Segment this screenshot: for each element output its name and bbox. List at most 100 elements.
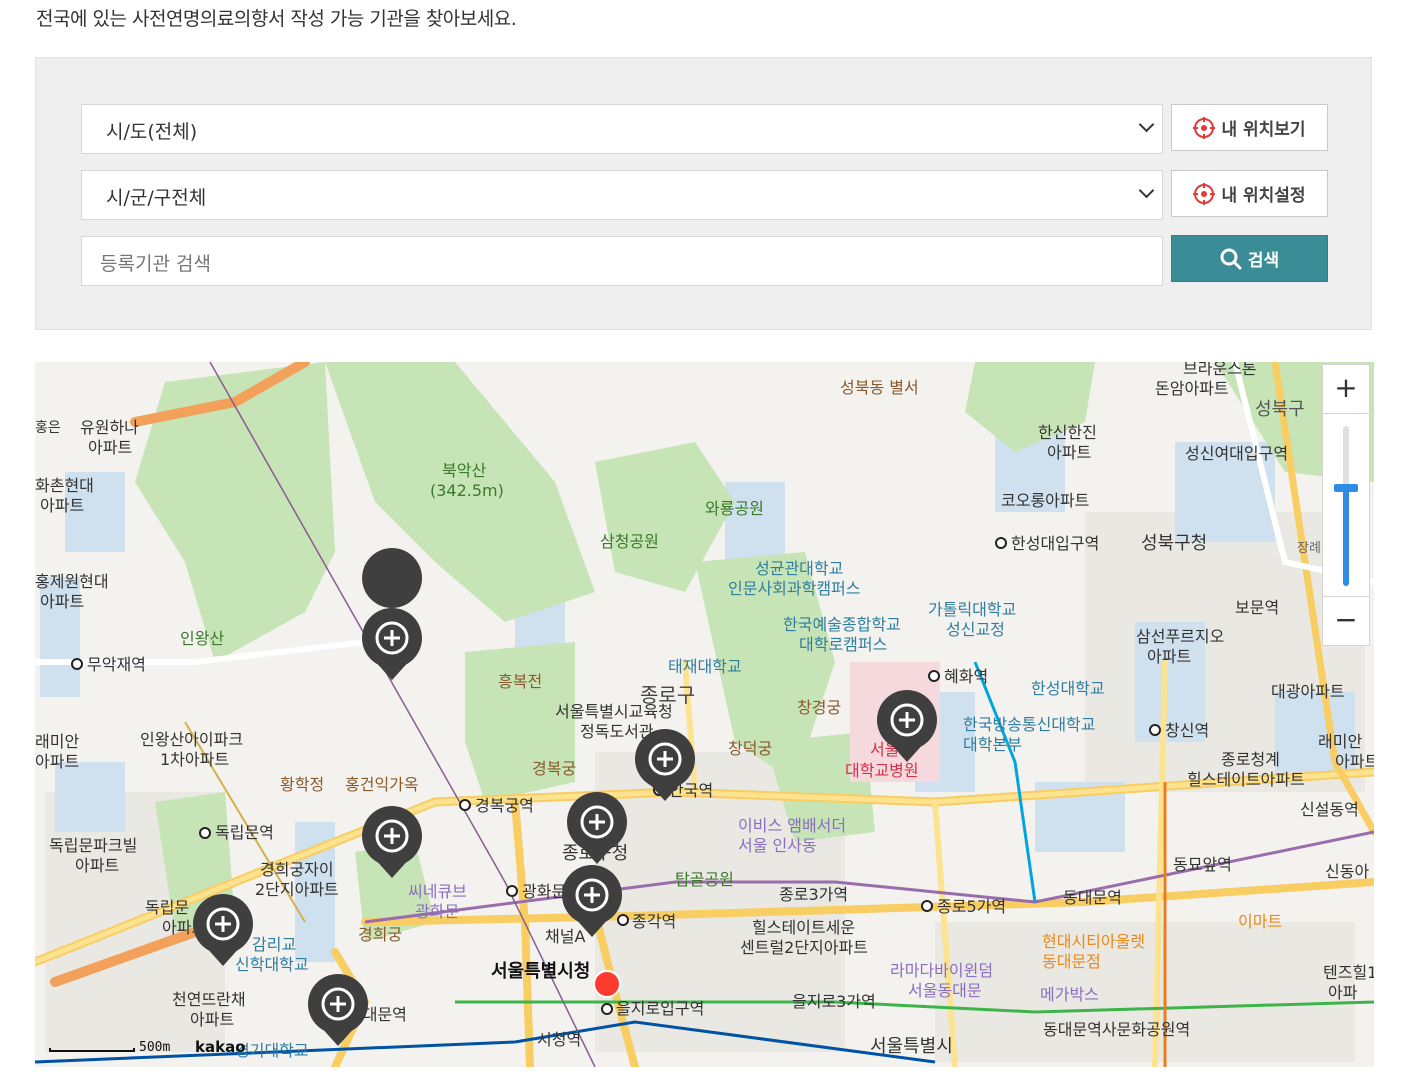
- map-label: 경복궁: [532, 759, 576, 778]
- search-icon: [1220, 248, 1242, 269]
- map-label: 아파트: [35, 752, 79, 771]
- map-label: (342.5m): [430, 481, 504, 500]
- facility-search-input[interactable]: 등록기관 검색: [81, 236, 1163, 286]
- set-location-button[interactable]: 내 위치설정: [1171, 170, 1328, 217]
- map-label: 대광아파트: [1271, 682, 1345, 701]
- map-label: 황학정: [280, 775, 324, 794]
- district-select-value: 시/군/구전체: [106, 187, 207, 209]
- map-label: 흥복전: [498, 672, 542, 691]
- map-label: 1차아파트: [160, 750, 229, 769]
- district-select[interactable]: 시/군/구전체: [81, 170, 1163, 220]
- map-label: 동대문역사문화공원역: [1043, 1020, 1190, 1039]
- map-label: 탑골공원: [675, 870, 734, 889]
- map-label: 성북구: [1255, 399, 1305, 420]
- zoom-level-fill: [1343, 486, 1349, 586]
- map-label: 씨네큐브: [408, 882, 467, 901]
- map-canvas[interactable]: 북악산 (342.5m) 와룡공원 삼청공원 인왕산 성균관대학교 인문사회과학…: [35, 362, 1374, 1067]
- map-label: 성북구청: [1141, 533, 1207, 554]
- map-label: 대학로캠퍼스: [799, 635, 887, 654]
- map-label: 대학교병원: [845, 761, 919, 780]
- map-label: 삼청공원: [600, 532, 659, 551]
- map-label: 현대시티아울렛: [1042, 932, 1145, 951]
- map-label: 텐즈힐1: [1323, 963, 1374, 982]
- set-location-button-label: 내 위치설정: [1221, 186, 1306, 206]
- map-label: 경희궁: [358, 925, 402, 944]
- my-location-button[interactable]: 내 위치보기: [1171, 104, 1328, 151]
- zoom-control: + −: [1322, 364, 1370, 646]
- map-label: 독립문파크빌: [49, 836, 137, 855]
- map-label: 아파트: [40, 592, 84, 611]
- map-label: 한국예술종합학교: [783, 615, 901, 634]
- map-label: 인문사회과학캠퍼스: [728, 579, 860, 598]
- map-label: 한성대입구역: [1011, 534, 1099, 553]
- map-label: 인왕산: [180, 629, 224, 648]
- map-label: 북악산: [442, 461, 486, 480]
- crosshair-icon: [1193, 116, 1216, 139]
- province-select[interactable]: 시/도(전체): [81, 104, 1163, 154]
- map-label: 2단지아파트: [255, 880, 339, 899]
- map-label: 화촌현대: [35, 476, 94, 495]
- map-label: 을지로3가역: [792, 992, 876, 1011]
- map-label: 독립문: [145, 898, 189, 917]
- map-view[interactable]: 북악산 (342.5m) 와룡공원 삼청공원 인왕산 성균관대학교 인문사회과학…: [35, 362, 1374, 1067]
- map-label: 천연뜨란채: [172, 990, 246, 1009]
- map-label: 한신한진: [1038, 423, 1097, 442]
- map-label: 서울특별시: [870, 1036, 953, 1057]
- map-label: 독립문역: [215, 823, 274, 842]
- map-label: 아파: [1328, 983, 1358, 1002]
- map-label: 래미안: [35, 732, 79, 751]
- zoom-in-button[interactable]: +: [1322, 364, 1370, 414]
- map-label: 정독도서관: [580, 722, 654, 741]
- map-label: 대학본부: [963, 735, 1022, 754]
- map-label: 동묘앞역: [1173, 855, 1232, 874]
- map-label: 아파트: [1147, 647, 1191, 666]
- map-label: 태재대학교: [668, 657, 742, 676]
- map-label: 종로3가역: [779, 885, 848, 904]
- map-label: 홍은: [35, 420, 61, 436]
- map-label: 유원하나: [80, 418, 139, 437]
- map-label: 이비스 앰배서더: [738, 816, 846, 835]
- map-label: 무악재역: [87, 655, 146, 674]
- map-label: 한성대학교: [1031, 679, 1105, 698]
- map-label: 서울특별시청: [491, 961, 590, 982]
- map-label: 창경궁: [797, 698, 841, 717]
- map-label: 서울 인사동: [738, 836, 817, 855]
- map-label: 아파트: [40, 496, 84, 515]
- map-label: 경희궁자이: [260, 860, 334, 879]
- map-label: 경기대학교: [235, 1041, 309, 1060]
- zoom-out-button[interactable]: −: [1322, 596, 1370, 646]
- map-label: 성신여대입구역: [1185, 444, 1288, 463]
- zoom-slider[interactable]: [1322, 414, 1370, 596]
- page-intro-text: 전국에 있는 사전연명의료의향서 작성 가능 기관을 찾아보세요.: [36, 8, 517, 30]
- search-button[interactable]: 검색: [1171, 235, 1328, 282]
- map-label: 센트럴2단지아파트: [740, 938, 868, 957]
- zoom-handle[interactable]: [1334, 484, 1358, 492]
- map-label: 감리교: [252, 935, 296, 954]
- map-label: 을지로입구역: [616, 999, 704, 1018]
- map-label: 아파트: [1335, 752, 1374, 771]
- map-label: 코오롱아파트: [1001, 491, 1089, 510]
- map-label: 가톨릭대학교: [928, 600, 1016, 619]
- map-label: 아파트: [1047, 443, 1091, 462]
- map-label: 돈암아파트: [1155, 379, 1229, 398]
- province-select-value: 시/도(전체): [106, 121, 198, 143]
- map-label: 성북동 별서: [840, 378, 919, 397]
- map-label: 서울동대문: [908, 981, 982, 1000]
- map-label: 경복궁역: [475, 796, 534, 815]
- map-label: 힐스테이트아파트: [1187, 770, 1305, 789]
- search-button-label: 검색: [1247, 251, 1280, 271]
- scale-line: [49, 1048, 135, 1052]
- map-label: 아파트: [190, 1010, 234, 1029]
- map-label: 브라운스톤: [1183, 362, 1257, 378]
- current-location-marker: [593, 970, 621, 998]
- map-label: 광화문: [415, 902, 459, 921]
- map-label: 아파트: [88, 438, 132, 457]
- chevron-down-icon: [1138, 182, 1155, 199]
- map-label: 신설동역: [1300, 800, 1359, 819]
- map-label: 홍제원현대: [35, 572, 109, 591]
- map-label: 한국방송통신대학교: [963, 715, 1095, 734]
- scale-label: 500m: [139, 1040, 171, 1055]
- map-label: 동대문점: [1042, 952, 1101, 971]
- kakao-logo: kakao: [195, 1038, 246, 1056]
- map-label: 삼선푸르지오: [1136, 627, 1224, 646]
